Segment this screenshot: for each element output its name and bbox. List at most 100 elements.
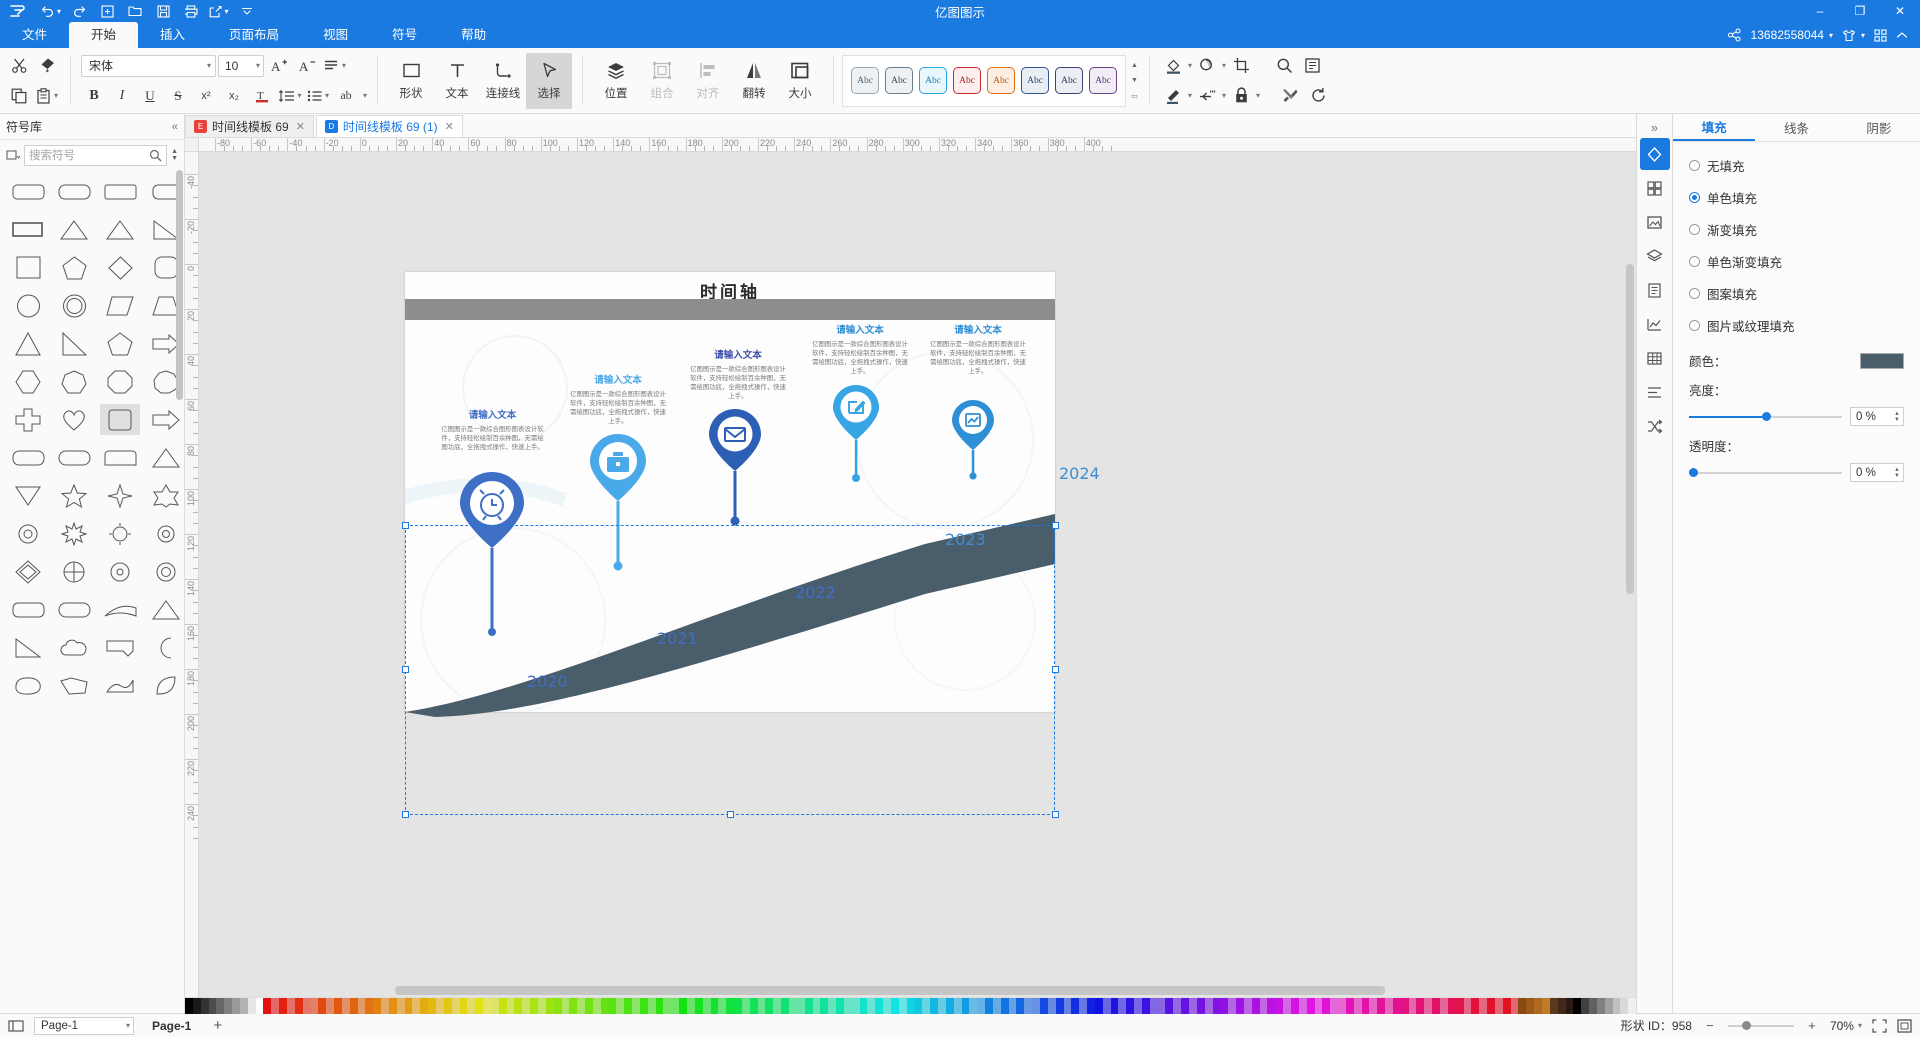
color-swatch[interactable] (1275, 998, 1284, 1014)
shape-triangle-slim[interactable] (8, 328, 48, 359)
selection-handle-br[interactable] (1052, 811, 1059, 818)
color-swatch[interactable] (1008, 998, 1017, 1014)
color-swatch[interactable] (702, 998, 711, 1014)
shape-triangle-e[interactable] (146, 594, 184, 625)
color-swatch[interactable] (1447, 998, 1456, 1014)
color-swatch[interactable] (1392, 998, 1401, 1014)
print-icon[interactable] (178, 1, 204, 21)
color-swatch[interactable] (1024, 998, 1033, 1014)
shirt-icon[interactable]: ▾ (1842, 29, 1865, 42)
color-swatch[interactable] (224, 998, 233, 1014)
color-swatch[interactable] (985, 998, 993, 1014)
zoom-out-button[interactable]: − (1702, 1018, 1718, 1034)
fill-panel-icon[interactable] (1639, 138, 1670, 170)
document-tab-active[interactable]: D 时间线模板 69 (1) ✕ (315, 115, 463, 137)
color-swatch[interactable] (1283, 998, 1291, 1014)
color-swatch[interactable] (749, 998, 758, 1014)
tab-shadow[interactable]: 阴影 (1838, 114, 1920, 141)
fullscreen-icon[interactable] (1897, 1018, 1912, 1033)
color-swatch[interactable] (318, 998, 327, 1014)
shape-ribbon[interactable] (54, 670, 94, 701)
fill-option-none[interactable]: 无填充 (1689, 156, 1904, 175)
color-swatch[interactable] (569, 998, 578, 1014)
bold-button[interactable]: B (81, 83, 107, 109)
color-swatch[interactable] (632, 998, 640, 1014)
bullet-list-icon[interactable]: ▾ (305, 83, 331, 109)
color-swatch[interactable] (506, 998, 515, 1014)
color-swatch[interactable] (216, 998, 225, 1014)
color-swatch[interactable] (647, 998, 656, 1014)
color-swatch[interactable] (459, 998, 468, 1014)
shape-rounded-rect[interactable] (8, 176, 48, 207)
color-swatch[interactable] (804, 998, 813, 1014)
style-swatch[interactable]: Abc (851, 67, 880, 94)
color-swatch[interactable] (498, 998, 507, 1014)
list-panel-icon[interactable] (1640, 376, 1670, 408)
color-swatch[interactable] (1541, 998, 1550, 1014)
shape-wave[interactable] (100, 670, 140, 701)
selection-handle-ml[interactable] (402, 666, 409, 673)
color-swatch[interactable] (1079, 998, 1088, 1014)
color-swatch[interactable] (1596, 998, 1605, 1014)
strikethrough-button[interactable]: S (165, 83, 191, 109)
collapse-left-icon[interactable]: « (172, 121, 178, 133)
year-label[interactable]: 2024 (1059, 464, 1119, 483)
color-swatch[interactable] (1236, 998, 1244, 1014)
tool-flip[interactable]: 翻转 (731, 53, 777, 109)
color-swatch[interactable] (1330, 998, 1339, 1014)
shape-stadium[interactable] (54, 442, 94, 473)
color-swatch[interactable] (1494, 998, 1503, 1014)
chevron-up-icon[interactable] (1896, 31, 1908, 40)
gallery-scroll-up-icon[interactable]: ▲ (1128, 58, 1141, 73)
color-swatch[interactable] (1016, 998, 1025, 1014)
color-swatch[interactable] (1604, 998, 1613, 1014)
color-swatch[interactable] (1345, 998, 1354, 1014)
color-swatch[interactable] (1589, 998, 1597, 1014)
decrease-font-size-icon[interactable]: A (294, 53, 320, 79)
color-swatch[interactable] (1377, 998, 1386, 1014)
page-tab[interactable]: Page-1 (144, 1019, 199, 1033)
color-swatch[interactable] (1259, 998, 1268, 1014)
fill-option-pattern[interactable]: 图案填充 (1689, 284, 1904, 303)
font-size-select[interactable]: 10 ▾ (218, 54, 264, 77)
color-swatch[interactable] (514, 998, 523, 1014)
style-swatch[interactable]: Abc (987, 67, 1016, 94)
color-swatch[interactable] (1487, 998, 1495, 1014)
color-swatch[interactable] (381, 998, 389, 1014)
shape-target[interactable] (54, 556, 94, 587)
shape-flower[interactable] (146, 518, 184, 549)
shape-circle[interactable] (8, 290, 48, 321)
color-swatch[interactable] (1189, 998, 1197, 1014)
export-icon[interactable]: ▾ (206, 1, 232, 21)
horizontal-ruler[interactable]: -80 -60 -40 -20 0 20 40 60 80 100 120 140 160 180 200 2… (199, 138, 1636, 152)
library-more-icon[interactable]: ▲ ▼ (171, 148, 178, 162)
canvas-vertical-scrollbar[interactable] (1626, 154, 1634, 975)
color-swatch[interactable] (1322, 998, 1331, 1014)
shape-pentagon[interactable] (54, 252, 94, 283)
color-swatch[interactable] (788, 998, 797, 1014)
shape-star-6[interactable] (146, 480, 184, 511)
color-swatch[interactable] (1549, 998, 1558, 1014)
selection-handle-bl[interactable] (402, 811, 409, 818)
shape-diamond[interactable] (100, 252, 140, 283)
shape-curved-band[interactable] (100, 594, 140, 625)
shape-cog[interactable] (100, 556, 140, 587)
minimize-button[interactable]: – (1800, 0, 1840, 22)
color-swatch[interactable] (1314, 998, 1323, 1014)
color-swatch[interactable] (1032, 998, 1040, 1014)
shape-star-5[interactable] (54, 480, 94, 511)
color-swatch[interactable] (687, 998, 695, 1014)
color-swatch[interactable] (522, 998, 531, 1014)
shape-donut[interactable] (54, 290, 94, 321)
refresh-icon[interactable] (1305, 83, 1331, 109)
shape-sun[interactable] (100, 518, 140, 549)
color-swatch[interactable] (938, 998, 946, 1014)
menu-view[interactable]: 视图 (301, 22, 370, 48)
cut-icon[interactable] (6, 53, 32, 79)
color-swatch[interactable] (247, 998, 256, 1014)
color-swatch[interactable] (930, 998, 938, 1014)
color-swatch[interactable] (1408, 998, 1417, 1014)
close-button[interactable]: ✕ (1880, 0, 1920, 22)
color-swatch[interactable] (365, 998, 374, 1014)
vertical-ruler[interactable]: -40 -20 0 20 40 60 80 100 120 140 160 180 200 220 240 (185, 152, 199, 997)
